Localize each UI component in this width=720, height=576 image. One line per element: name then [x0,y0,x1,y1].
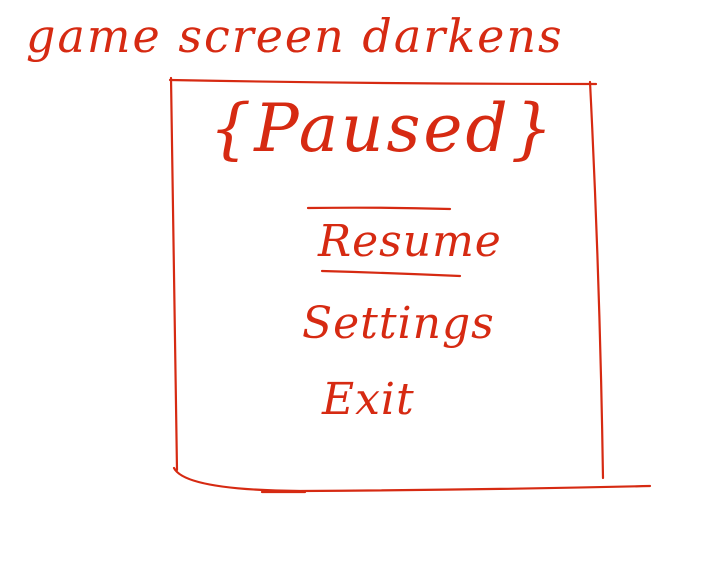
annotation-note: game screen darkens [26,9,564,63]
exit-menu-item[interactable]: Exit [322,372,415,428]
frame-left-edge [169,76,179,472]
frame-right-edge [588,80,605,480]
selection-line-bottom [320,269,462,278]
settings-menu-item[interactable]: Settings [302,296,495,352]
pause-menu-title: {Paused} [209,90,556,167]
selection-line-top [306,206,452,211]
resume-menu-item[interactable]: Resume [318,214,502,270]
frame-bottom-edge [172,466,652,493]
